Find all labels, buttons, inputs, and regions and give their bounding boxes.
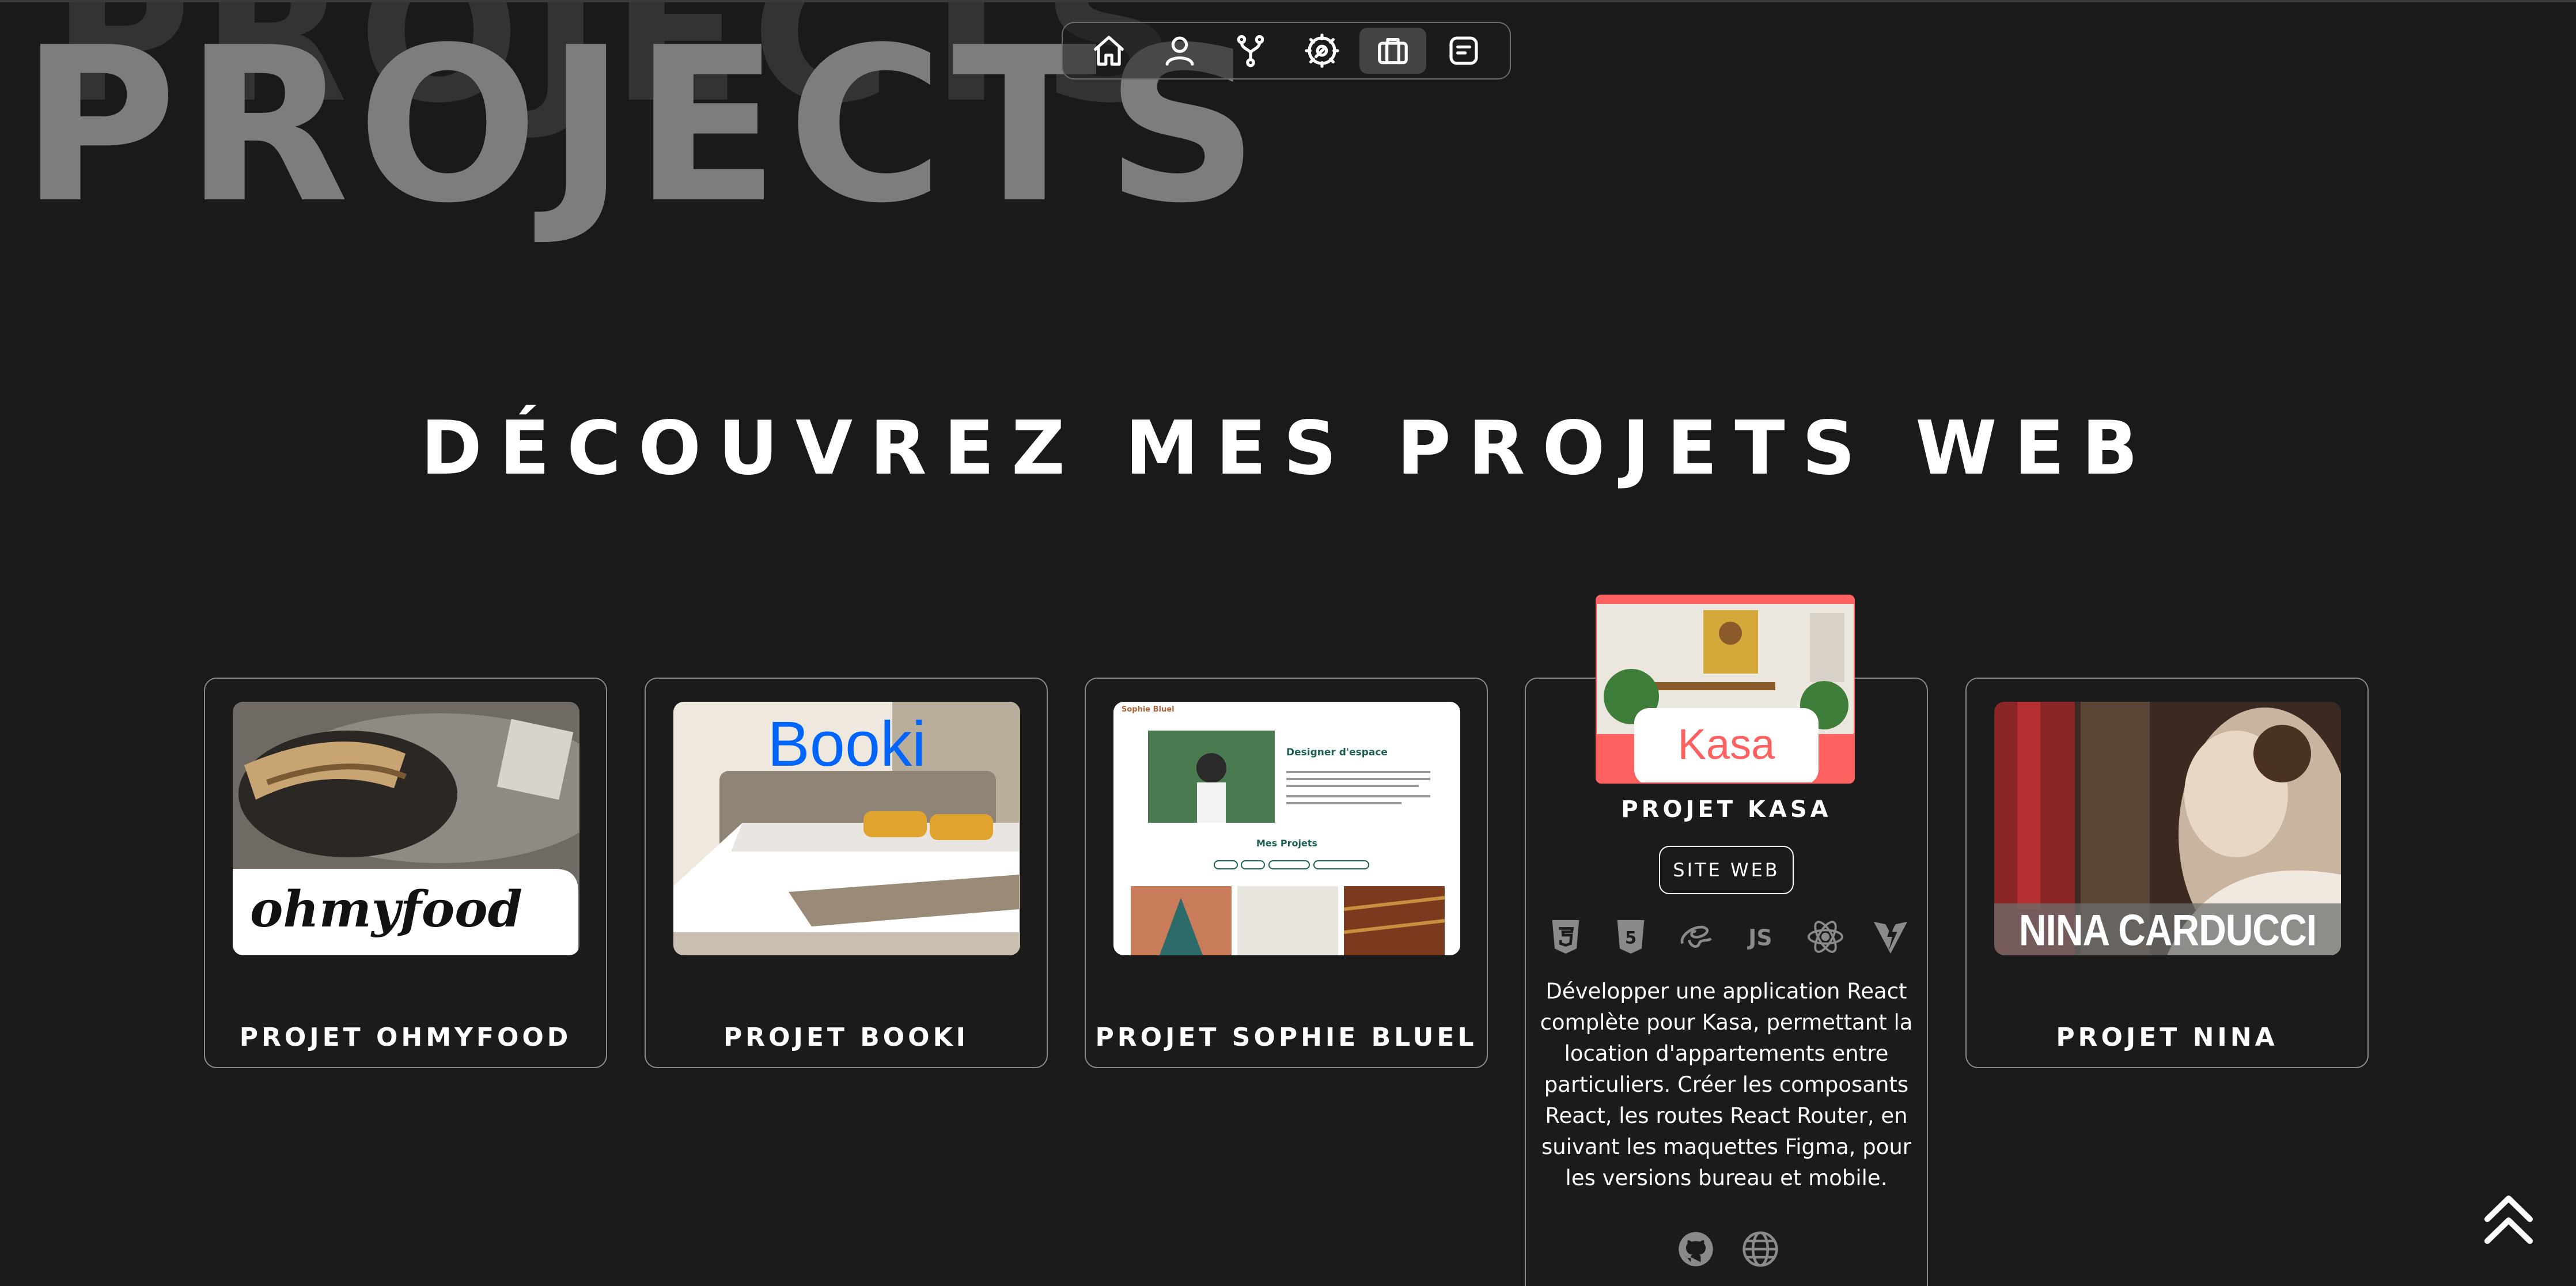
kasa-links — [1676, 1230, 1780, 1270]
home-icon — [1093, 36, 1124, 66]
chevron-double-up-icon — [2484, 1196, 2533, 1244]
project-title: PROJET OHMYFOOD — [239, 1023, 572, 1052]
site-web-button[interactable]: SITE WEB — [1659, 846, 1794, 894]
project-thumbnail: NINA CARDUCCI — [1994, 702, 2341, 955]
kasa-thumbnail: Kasa — [1596, 595, 1855, 784]
project-thumbnail: Sophie Bluel Designer d'espace Mes Proje… — [1113, 702, 1460, 955]
vite-icon — [1869, 915, 1912, 959]
github-icon[interactable] — [1676, 1230, 1715, 1269]
project-card-booki[interactable]: Booki PROJET BOOKI — [645, 678, 1048, 1068]
branch-icon — [1237, 35, 1264, 67]
project-title-kasa: PROJET KASA — [1621, 796, 1832, 823]
ohmyfood-logo: ohmyfood — [250, 880, 522, 939]
section-heading: DÉCOUVREZ MES PROJETS WEB — [421, 406, 2155, 491]
project-thumbnail: Booki — [673, 702, 1020, 955]
sophie-bluel-thumbnail-image — [1113, 702, 1460, 955]
tools-icon — [1304, 33, 1339, 68]
nav-home-button[interactable] — [1075, 28, 1142, 74]
html5-icon — [1544, 915, 1588, 959]
project-thumbnail: ohmyfood — [233, 702, 579, 955]
nav-projects-button[interactable] — [1359, 28, 1426, 74]
message-icon — [1449, 36, 1478, 65]
booki-logo: Booki — [767, 709, 926, 780]
sophie-bluel-logo: Sophie Bluel — [1122, 705, 1175, 714]
project-title: PROJET SOPHIE BLUEL — [1095, 1023, 1478, 1052]
kasa-logo: Kasa — [1677, 720, 1775, 768]
kasa-description: Développer une application React complèt… — [1540, 979, 1913, 1190]
project-card-nina[interactable]: NINA CARDUCCI PROJET NINA — [1965, 678, 2369, 1068]
tech-stack: 5 JS — [1544, 914, 1912, 960]
globe-icon[interactable] — [1741, 1230, 1780, 1269]
project-card-ohmyfood[interactable]: ohmyfood PROJET OHMYFOOD — [204, 678, 607, 1068]
project-title: PROJET NINA — [2056, 1023, 2278, 1052]
nav-skills-button[interactable] — [1217, 28, 1284, 74]
svg-text:JS: JS — [1747, 925, 1772, 951]
nav-contact-button[interactable] — [1430, 28, 1497, 74]
javascript-icon: JS — [1738, 915, 1782, 959]
css3-icon: 5 — [1609, 915, 1653, 959]
nina-logo: NINA CARDUCCI — [2018, 905, 2317, 955]
svg-text:5: 5 — [1625, 928, 1636, 948]
sophie-bluel-subtitle: Designer d'espace — [1286, 747, 1388, 758]
nav-services-button[interactable] — [1289, 28, 1355, 74]
briefcase-icon — [1378, 38, 1408, 65]
sass-icon — [1674, 915, 1718, 959]
back-to-top-button[interactable] — [2477, 1187, 2540, 1250]
top-navigation — [1062, 22, 1511, 80]
react-icon — [1804, 915, 1847, 959]
sophie-bluel-section: Mes Projets — [1256, 838, 1317, 849]
page: PROJECTS PROJECTS DÉCOUVREZ MES PROJETS … — [0, 0, 2576, 1286]
nav-about-button[interactable] — [1146, 28, 1213, 74]
user-icon — [1165, 36, 1194, 66]
project-card-sophie-bluel[interactable]: Sophie Bluel Designer d'espace Mes Proje… — [1085, 678, 1488, 1068]
project-title: PROJET BOOKI — [723, 1023, 969, 1052]
